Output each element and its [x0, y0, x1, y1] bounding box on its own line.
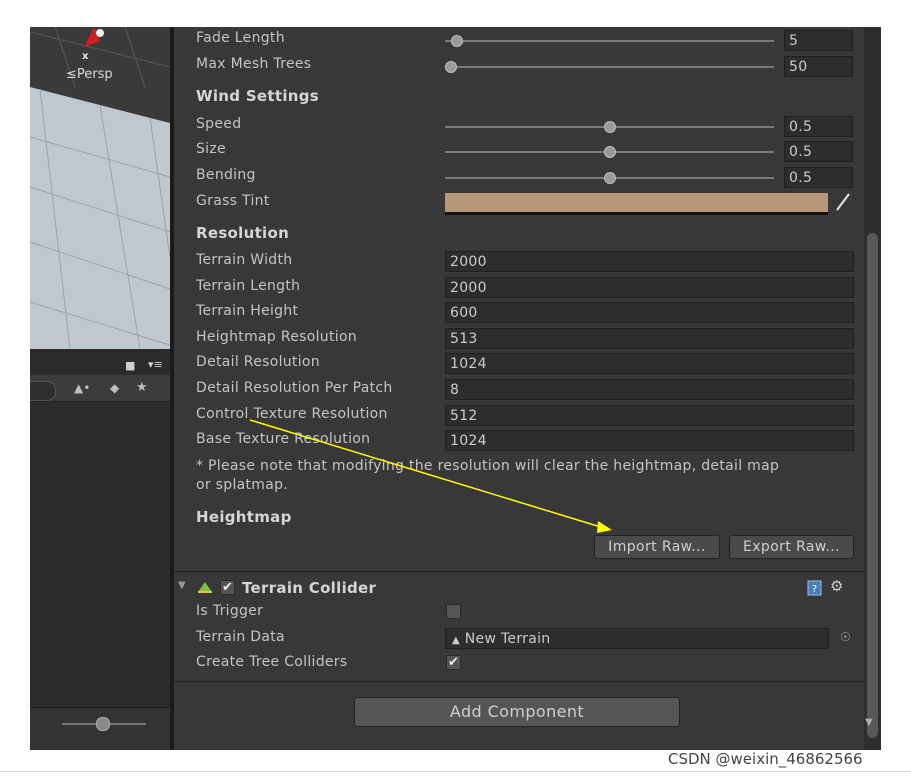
- is-trigger-label: Is Trigger: [196, 603, 264, 619]
- wind-bending-slider-handle[interactable]: [603, 172, 616, 184]
- component-separator: [174, 571, 864, 572]
- tag-icon[interactable]: ◆: [110, 381, 119, 395]
- detail-resolution-per-patch-label: Detail Resolution Per Patch: [196, 380, 393, 396]
- terrain-asset-icon: ▲: [452, 635, 460, 646]
- resolution-heading: Resolution: [196, 224, 290, 242]
- terrain-width-field[interactable]: 2000: [445, 251, 854, 272]
- star-icon[interactable]: ★: [136, 380, 148, 395]
- terrain-collider-icon: [198, 582, 212, 593]
- detail-resolution-per-patch-field[interactable]: 8: [445, 379, 854, 400]
- bottom-border: [0, 771, 911, 772]
- max-mesh-trees-field[interactable]: 50: [784, 56, 853, 77]
- control-texture-resolution-field[interactable]: 512: [445, 405, 854, 426]
- fade-length-label: Fade Length: [196, 30, 285, 46]
- collapse-arrow-icon[interactable]: ▼: [178, 580, 186, 591]
- add-component-separator: [174, 681, 864, 682]
- svg-text:?: ?: [812, 584, 817, 595]
- is-trigger-checkbox[interactable]: [446, 604, 461, 619]
- grass-tint-label: Grass Tint: [196, 193, 270, 209]
- wind-speed-slider-handle[interactable]: [603, 121, 616, 133]
- create-tree-colliders-checkbox[interactable]: ✔: [446, 655, 461, 670]
- wind-bending-label: Bending: [196, 167, 256, 183]
- resolution-note-line1: * Please note that modifying the resolut…: [196, 458, 780, 474]
- grass-tint-color-field[interactable]: [445, 193, 828, 215]
- eyedropper-icon[interactable]: [834, 191, 852, 213]
- terrain-height-field[interactable]: 600: [445, 302, 854, 323]
- inspector-scrollbar-thumb[interactable]: [867, 233, 878, 738]
- terrain-width-label: Terrain Width: [196, 252, 293, 268]
- object-picker-icon[interactable]: ☉: [840, 630, 851, 644]
- add-component-button[interactable]: Add Component: [354, 697, 680, 727]
- inspector-panel: Fade Length 5 Max Mesh Trees 50 Wind Set…: [174, 27, 864, 750]
- terrain-length-field[interactable]: 2000: [445, 277, 854, 298]
- lock-icon[interactable]: ■: [125, 359, 135, 372]
- wind-speed-field[interactable]: 0.5: [784, 116, 853, 137]
- terrain-collider-title: Terrain Collider: [242, 579, 377, 597]
- wind-size-slider-handle[interactable]: [603, 146, 616, 158]
- wind-size-field[interactable]: 0.5: [784, 141, 853, 162]
- menu-icon[interactable]: ▾≡: [148, 358, 163, 371]
- detail-resolution-field[interactable]: 1024: [445, 353, 854, 374]
- heightmap-heading: Heightmap: [196, 508, 292, 526]
- max-mesh-trees-label: Max Mesh Trees: [196, 56, 312, 72]
- wind-size-label: Size: [196, 141, 226, 157]
- max-mesh-trees-slider-handle[interactable]: [445, 61, 457, 73]
- heightmap-resolution-label: Heightmap Resolution: [196, 329, 357, 345]
- editor-window: x ≤Persp ■ ▾≡ ▲• ◆ ★ Fade Length 5 Max M…: [30, 27, 881, 750]
- fade-length-slider-handle[interactable]: [451, 35, 464, 47]
- max-mesh-trees-slider-track[interactable]: [445, 66, 774, 68]
- base-texture-resolution-label: Base Texture Resolution: [196, 431, 371, 447]
- heightmap-resolution-field[interactable]: 513: [445, 328, 854, 349]
- import-raw-button[interactable]: Import Raw...: [594, 535, 720, 559]
- scene-gizmo-icon[interactable]: [80, 27, 106, 53]
- wind-speed-label: Speed: [196, 116, 242, 132]
- resolution-note-line2: or splatmap.: [196, 477, 289, 493]
- scroll-down-arrow-icon[interactable]: ▼: [865, 717, 873, 728]
- terrain-length-label: Terrain Length: [196, 278, 301, 294]
- terrain-data-value: New Terrain: [464, 631, 551, 647]
- resolution-note: * Please note that modifying the resolut…: [196, 457, 856, 495]
- filter-by-type-icon[interactable]: ▲•: [74, 381, 90, 395]
- export-raw-button[interactable]: Export Raw...: [729, 535, 854, 559]
- help-book-icon[interactable]: ?: [807, 580, 823, 596]
- wind-settings-heading: Wind Settings: [196, 87, 320, 105]
- settings-gear-icon[interactable]: ⚙: [830, 577, 843, 595]
- search-input[interactable]: [30, 381, 56, 401]
- terrain-data-label: Terrain Data: [196, 629, 285, 645]
- fade-length-field[interactable]: 5: [784, 30, 853, 51]
- gizmo-axis-label: x: [82, 51, 89, 62]
- fade-length-slider-track[interactable]: [445, 40, 774, 42]
- zoom-slider-handle[interactable]: [96, 717, 110, 731]
- detail-resolution-label: Detail Resolution: [196, 354, 320, 370]
- create-tree-colliders-label: Create Tree Colliders: [196, 654, 348, 670]
- scene-view[interactable]: x ≤Persp: [30, 27, 170, 349]
- terrain-collider-enabled-checkbox[interactable]: ✔: [220, 580, 235, 595]
- watermark: CSDN @weixin_46862566: [668, 750, 863, 768]
- persp-label[interactable]: ≤Persp: [66, 67, 113, 82]
- base-texture-resolution-field[interactable]: 1024: [445, 430, 854, 451]
- wind-bending-field[interactable]: 0.5: [784, 167, 853, 188]
- control-texture-resolution-label: Control Texture Resolution: [196, 406, 388, 422]
- terrain-height-label: Terrain Height: [196, 303, 299, 319]
- terrain-data-object-field[interactable]: ▲ New Terrain: [445, 628, 829, 649]
